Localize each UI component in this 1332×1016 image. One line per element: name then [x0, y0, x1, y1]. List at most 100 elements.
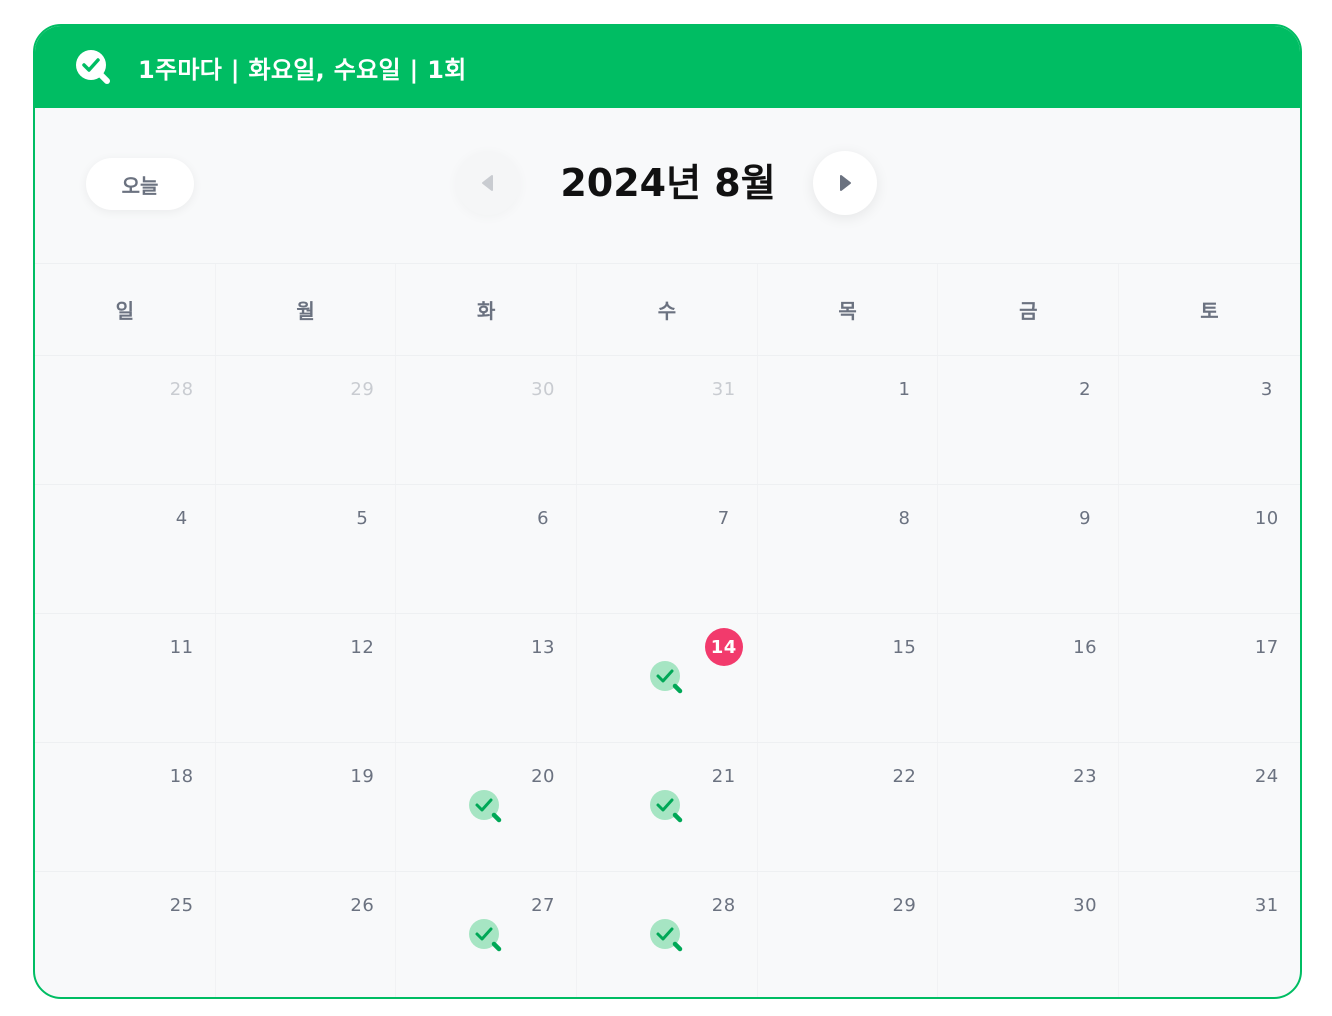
day-number: 31: [711, 378, 736, 400]
weekday-wed: 수: [577, 264, 758, 355]
day-cell[interactable]: 7: [577, 485, 758, 613]
day-number: 8: [898, 507, 911, 529]
day-number: 31: [1254, 894, 1279, 916]
day-cell[interactable]: 31: [577, 356, 758, 484]
calendar-card: 1주마다 | 화요일, 수요일 | 1회 오늘 2024년 8월 일 월 화 수…: [33, 24, 1302, 999]
day-cell[interactable]: 12: [216, 614, 397, 742]
day-number: 13: [531, 636, 556, 658]
day-cell[interactable]: 29: [216, 356, 397, 484]
day-cell[interactable]: 4: [35, 485, 216, 613]
day-number: 29: [350, 378, 375, 400]
day-number: 6: [537, 507, 550, 529]
day-cell[interactable]: 21: [577, 743, 758, 871]
day-number: 12: [350, 636, 375, 658]
today-button[interactable]: 오늘: [86, 158, 194, 210]
day-number: 24: [1254, 765, 1279, 787]
day-number: 17: [1254, 636, 1279, 658]
day-cell[interactable]: 28: [577, 872, 758, 997]
day-cell[interactable]: 14: [577, 614, 758, 742]
day-cell[interactable]: 9: [938, 485, 1120, 613]
weekday-sun: 일: [35, 264, 216, 355]
day-number: 3: [1260, 378, 1273, 400]
day-cell[interactable]: 24: [1119, 743, 1300, 871]
day-number: 28: [711, 894, 736, 916]
day-cell[interactable]: 8: [758, 485, 939, 613]
day-cell[interactable]: 25: [35, 872, 216, 997]
schedule-summary: 1주마다 | 화요일, 수요일 | 1회: [138, 55, 467, 84]
day-number: 22: [892, 765, 917, 787]
day-number: 15: [892, 636, 917, 658]
check-magnifier-icon[interactable]: [649, 660, 685, 696]
calendar-week-row: 18 19 20 21 22 23 24: [35, 743, 1300, 872]
day-cell[interactable]: 22: [758, 743, 939, 871]
day-cell[interactable]: 28: [35, 356, 216, 484]
calendar-header: 1주마다 | 화요일, 수요일 | 1회: [35, 26, 1300, 108]
day-number: 30: [1073, 894, 1098, 916]
weekday-header-row: 일 월 화 수 목 금 토: [35, 263, 1300, 356]
check-magnifier-icon: [73, 47, 113, 87]
month-navigation: 오늘 2024년 8월: [35, 108, 1300, 261]
day-number: 10: [1254, 507, 1279, 529]
day-cell[interactable]: 20: [396, 743, 578, 871]
weekday-tue: 화: [396, 264, 578, 355]
day-cell[interactable]: 5: [216, 485, 397, 613]
day-number: 25: [169, 894, 194, 916]
day-number: 30: [531, 378, 556, 400]
day-number: 19: [350, 765, 375, 787]
day-number: 26: [350, 894, 375, 916]
check-magnifier-icon[interactable]: [649, 789, 685, 825]
day-cell[interactable]: 18: [35, 743, 216, 871]
chevron-right-icon: [840, 175, 851, 191]
day-cell[interactable]: 31: [1119, 872, 1300, 997]
day-cell[interactable]: 16: [938, 614, 1120, 742]
day-cell[interactable]: 2: [938, 356, 1120, 484]
day-number: 27: [531, 894, 556, 916]
day-cell[interactable]: 1: [758, 356, 939, 484]
day-number: 16: [1073, 636, 1098, 658]
day-number: 1: [898, 378, 911, 400]
day-cell[interactable]: 10: [1119, 485, 1300, 613]
day-number: 23: [1073, 765, 1098, 787]
prev-month-button[interactable]: [456, 151, 520, 215]
day-number: 11: [169, 636, 194, 658]
day-number: 20: [531, 765, 556, 787]
weekday-sat: 토: [1200, 299, 1219, 323]
day-cell[interactable]: 15: [758, 614, 939, 742]
day-number: 5: [356, 507, 369, 529]
day-number: 2: [1079, 378, 1092, 400]
calendar-week-row: 25 26 27 28 29 30 31: [35, 872, 1300, 997]
day-number: 18: [169, 765, 194, 787]
day-number: 28: [169, 378, 194, 400]
check-magnifier-icon[interactable]: [468, 918, 504, 954]
today-date-badge: 14: [704, 628, 743, 666]
calendar-week-row: 11 12 13 14 15 16 17: [35, 614, 1300, 743]
day-cell[interactable]: 23: [938, 743, 1120, 871]
day-cell[interactable]: 30: [938, 872, 1120, 997]
day-number: 21: [711, 765, 736, 787]
day-cell[interactable]: 3: [1119, 356, 1300, 484]
day-cell[interactable]: 11: [35, 614, 216, 742]
day-number: 7: [717, 507, 730, 529]
calendar-grid: 일 월 화 수 목 금 토 28 29 30 31 1 2 3 4 5 6 7 8 9 10 11 12 13 1…: [35, 263, 1300, 997]
day-cell[interactable]: 19: [216, 743, 397, 871]
weekday-thu: 목: [758, 264, 939, 355]
month-title: 2024년 8월: [560, 161, 776, 205]
weekday-fri: 금: [938, 264, 1120, 355]
day-cell[interactable]: 26: [216, 872, 397, 997]
day-cell[interactable]: 17: [1119, 614, 1300, 742]
next-month-button[interactable]: [813, 151, 877, 215]
day-number: 29: [892, 894, 917, 916]
weekday-mon: 월: [216, 264, 397, 355]
calendar-week-row: 4 5 6 7 8 9 10: [35, 485, 1300, 614]
day-cell[interactable]: 29: [758, 872, 939, 997]
calendar-weeks: 28 29 30 31 1 2 3 4 5 6 7 8 9 10 11 12 13 14 15 16 17 18 19 20 2…: [35, 356, 1300, 997]
day-cell[interactable]: 6: [396, 485, 578, 613]
calendar-week-row: 28 29 30 31 1 2 3: [35, 356, 1300, 485]
check-magnifier-icon[interactable]: [649, 918, 685, 954]
day-cell[interactable]: 30: [396, 356, 578, 484]
day-cell[interactable]: 27: [396, 872, 578, 997]
day-number: 9: [1079, 507, 1092, 529]
day-number: 4: [175, 507, 188, 529]
check-magnifier-icon[interactable]: [468, 789, 504, 825]
day-cell[interactable]: 13: [396, 614, 578, 742]
